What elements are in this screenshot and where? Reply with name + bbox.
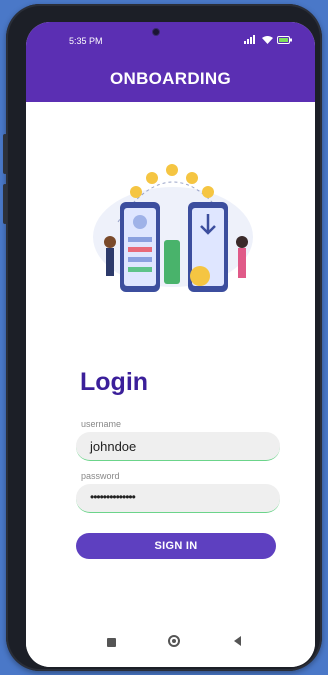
app-bar: ONBOARDING [26, 62, 315, 102]
status-bar: 5:35 PM [26, 22, 315, 62]
login-title: Login [80, 368, 149, 396]
volume-button [3, 134, 7, 174]
navigation-bar [26, 623, 315, 667]
status-icons [244, 35, 293, 44]
sign-in-button[interactable]: SIGN IN [76, 533, 276, 559]
username-field[interactable]: johndoe [76, 432, 280, 461]
screen: 5:35 PM ONBOARDING Login username johndo… [26, 22, 315, 667]
password-field[interactable]: •••••••••••••• [76, 484, 280, 513]
home-icon[interactable] [168, 635, 180, 647]
onboarding-illustration [93, 164, 253, 292]
battery-icon [277, 35, 292, 44]
signal-icon [244, 35, 255, 44]
volume-button [3, 184, 7, 224]
app-title: ONBOARDING [109, 69, 232, 88]
password-value: •••••••••••••• [90, 490, 136, 504]
back-icon[interactable] [234, 636, 241, 646]
phone-frame: 5:35 PM ONBOARDING Login username johndo… [3, 4, 322, 671]
recents-icon[interactable] [107, 638, 116, 647]
password-label: password [81, 471, 120, 481]
wifi-icon [262, 36, 273, 44]
username-value: johndoe [90, 439, 137, 454]
camera-icon [152, 28, 160, 36]
username-label: username [81, 419, 122, 429]
status-time: 5:35 PM [69, 36, 103, 46]
